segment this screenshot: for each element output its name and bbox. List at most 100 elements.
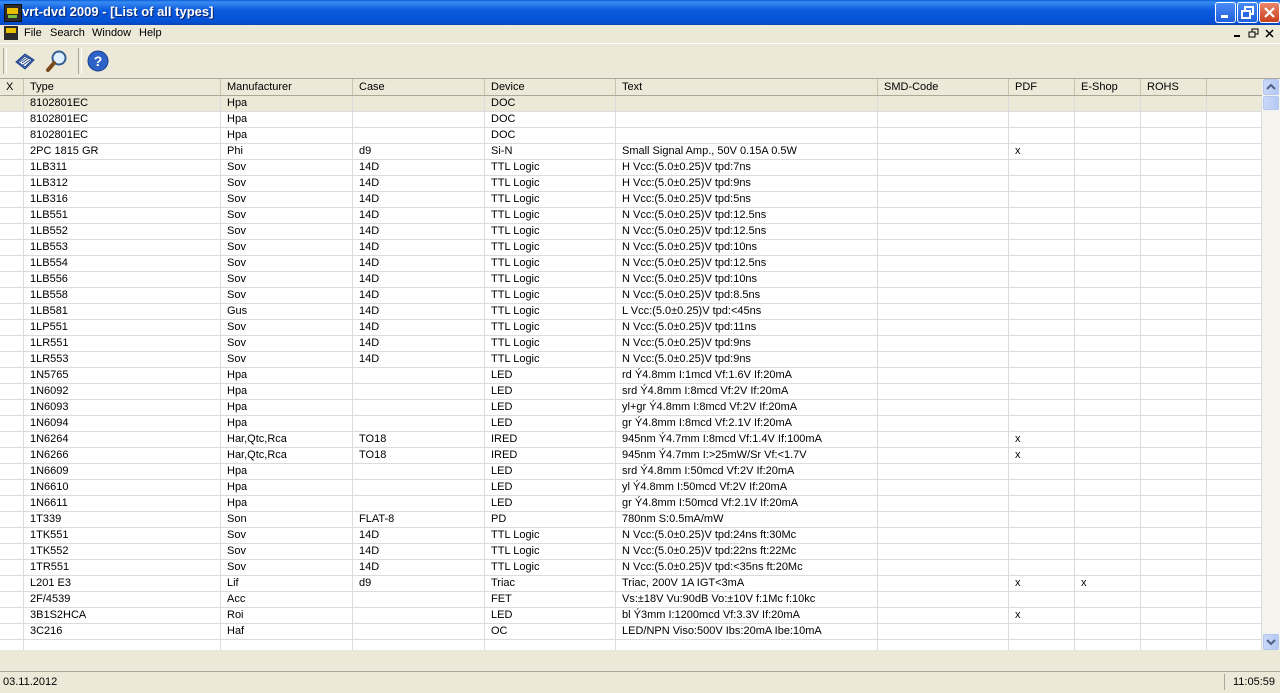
table-row[interactable]: 8102801EC Hpa DOC	[0, 112, 1262, 128]
table-row[interactable]: 1LP551 Sov 14D TTL Logic N Vcc:(5.0±0.25)V t…	[0, 320, 1262, 336]
table-row[interactable]: L201 E3 Lif d9 Triac Triac, 200V 1A IGT<3mA x…	[0, 576, 1262, 592]
cell-type: 1N6609	[24, 464, 221, 480]
cell-device: TTL Logic	[485, 288, 616, 304]
table-row[interactable]: 1N6092 Hpa LED srd Ý4.8mm I:8mcd Vf:2V If:2…	[0, 384, 1262, 400]
table-row[interactable]: 1LR553 Sov 14D TTL Logic N Vcc:(5.0±0.25)V t…	[0, 352, 1262, 368]
cell-e-shop	[1075, 624, 1141, 640]
table-row[interactable]: 2F/4539 Acc FET Vs:±18V Vu:90dB Vo:±10V f:1…	[0, 592, 1262, 608]
table-row[interactable]: 1LB581 Gus 14D TTL Logic L Vcc:(5.0±0.25)V t…	[0, 304, 1262, 320]
close-button[interactable]	[1259, 2, 1280, 23]
cell-filler	[1207, 112, 1262, 128]
app-icon[interactable]	[4, 4, 22, 22]
cell-case	[353, 416, 485, 432]
cell-x	[0, 528, 24, 544]
cell-device: TTL Logic	[485, 160, 616, 176]
child-minimize-button[interactable]	[1231, 27, 1245, 40]
table-row[interactable]: 1T339 Son FLAT-8 PD 780nm S:0.5mA/mW	[0, 512, 1262, 528]
table-row[interactable]: 1N6093 Hpa LED yl+gr Ý4.8mm I:8mcd Vf:2V If…	[0, 400, 1262, 416]
cell-pdf	[1009, 368, 1075, 384]
column-header-rohs[interactable]: ROHS	[1141, 79, 1207, 95]
table-row[interactable]: 1LB552 Sov 14D TTL Logic N Vcc:(5.0±0.25)V t…	[0, 224, 1262, 240]
column-header-manufacturer[interactable]: Manufacturer	[221, 79, 353, 95]
menu-window[interactable]: Window	[92, 27, 131, 39]
help-button[interactable]: ?	[86, 48, 112, 74]
child-close-button[interactable]	[1263, 27, 1277, 40]
cell-smd-code	[878, 608, 1009, 624]
table-row[interactable]: 1LB311 Sov 14D TTL Logic H Vcc:(5.0±0.25)V t…	[0, 160, 1262, 176]
table-row[interactable]: 1LB553 Sov 14D TTL Logic N Vcc:(5.0±0.25)V t…	[0, 240, 1262, 256]
cell-rohs	[1141, 224, 1207, 240]
column-header-case[interactable]: Case	[353, 79, 485, 95]
table-row[interactable]: 8102801EC Hpa DOC	[0, 128, 1262, 144]
table-row[interactable]: 3B1S2HCA Roi LED bl Ý3mm I:1200mcd Vf:3.3V …	[0, 608, 1262, 624]
scroll-down-button[interactable]	[1263, 634, 1279, 650]
table-row[interactable]: 1LB316 Sov 14D TTL Logic H Vcc:(5.0±0.25)V t…	[0, 192, 1262, 208]
table-row[interactable]: 1TK551 Sov 14D TTL Logic N Vcc:(5.0±0.25)V t…	[0, 528, 1262, 544]
table-row[interactable]: 1LB556 Sov 14D TTL Logic N Vcc:(5.0±0.25)V t…	[0, 272, 1262, 288]
cell-text: N Vcc:(5.0±0.25)V tpd:<35ns ft:20Mc	[616, 560, 878, 576]
table-row[interactable]: 1LB312 Sov 14D TTL Logic H Vcc:(5.0±0.25)V t…	[0, 176, 1262, 192]
menu-file[interactable]: File	[24, 27, 42, 39]
document-icon[interactable]	[4, 26, 18, 40]
cell-e-shop	[1075, 272, 1141, 288]
cell-device: IRED	[485, 432, 616, 448]
cell-pdf	[1009, 464, 1075, 480]
column-header-text[interactable]: Text	[616, 79, 878, 95]
minimize-button[interactable]	[1215, 2, 1236, 23]
table-row[interactable]: 1LR551 Sov 14D TTL Logic N Vcc:(5.0±0.25)V t…	[0, 336, 1262, 352]
cell-filler	[1207, 336, 1262, 352]
table-row[interactable]: 1TR551 Sov 14D TTL Logic N Vcc:(5.0±0.25)V t…	[0, 560, 1262, 576]
cell-rohs	[1141, 432, 1207, 448]
table-header: X Type Manufacturer Case Device Text SMD…	[0, 79, 1262, 96]
cell-smd-code	[878, 640, 1009, 650]
menu-help[interactable]: Help	[139, 27, 162, 39]
table-row[interactable]: 1N6094 Hpa LED gr Ý4.8mm I:8mcd Vf:2.1V If:…	[0, 416, 1262, 432]
column-header-type[interactable]: Type	[24, 79, 221, 95]
vertical-scrollbar[interactable]	[1262, 79, 1280, 650]
column-header-smd-code[interactable]: SMD-Code	[878, 79, 1009, 95]
cell-x	[0, 320, 24, 336]
table-row[interactable]: 1N6266 Har,Qtc,Rca TO18 IRED 945nm Ý4.7mm I:…	[0, 448, 1262, 464]
cell-device: TTL Logic	[485, 240, 616, 256]
open-book-button[interactable]	[12, 48, 38, 74]
scroll-thumb[interactable]	[1263, 96, 1279, 110]
column-header-device[interactable]: Device	[485, 79, 616, 95]
table-row[interactable]: 1TK552 Sov 14D TTL Logic N Vcc:(5.0±0.25)V t…	[0, 544, 1262, 560]
table-row[interactable]: 8102801EC Hpa DOC	[0, 96, 1262, 112]
table-row[interactable]: 3C216 Haf OC LED/NPN Viso:500V Ibs:20mA Ibe…	[0, 624, 1262, 640]
cell-e-shop: x	[1075, 576, 1141, 592]
cell-rohs	[1141, 192, 1207, 208]
table-row[interactable]: 1N5765 Hpa LED rd Ý4.8mm I:1mcd Vf:1.6V If:…	[0, 368, 1262, 384]
restore-button[interactable]	[1237, 2, 1258, 23]
column-header-x[interactable]: X	[0, 79, 24, 95]
table-row[interactable]: 1N6264 Har,Qtc,Rca TO18 IRED 945nm Ý4.7mm I:…	[0, 432, 1262, 448]
table-row[interactable]: 2PC 1815 GR Phi d9 Si-N Small Signal Amp., 5…	[0, 144, 1262, 160]
search-button[interactable]	[44, 48, 70, 74]
cell-rohs	[1141, 96, 1207, 112]
cell-text: Small Signal Amp., 50V 0.15A 0.5W	[616, 144, 878, 160]
column-header-pdf[interactable]: PDF	[1009, 79, 1075, 95]
table-row[interactable]: 1LB551 Sov 14D TTL Logic N Vcc:(5.0±0.25)V t…	[0, 208, 1262, 224]
table-row[interactable]: 1LB558 Sov 14D TTL Logic N Vcc:(5.0±0.25)V t…	[0, 288, 1262, 304]
cell-type: 1LP551	[24, 320, 221, 336]
restore-icon	[1248, 28, 1259, 38]
column-header-e-shop[interactable]: E-Shop	[1075, 79, 1141, 95]
cell-e-shop	[1075, 160, 1141, 176]
scroll-up-button[interactable]	[1263, 79, 1279, 95]
child-restore-button[interactable]	[1247, 27, 1261, 40]
cell-smd-code	[878, 160, 1009, 176]
cell-rohs	[1141, 144, 1207, 160]
cell-x	[0, 592, 24, 608]
cell-device: TTL Logic	[485, 256, 616, 272]
cell-type: 8102801EC	[24, 96, 221, 112]
table-row[interactable]: 1LB554 Sov 14D TTL Logic N Vcc:(5.0±0.25)V t…	[0, 256, 1262, 272]
menu-search[interactable]: Search	[50, 27, 85, 39]
cell-e-shop	[1075, 560, 1141, 576]
table-row[interactable]: 1N6609 Hpa LED srd Ý4.8mm I:50mcd Vf:2V If:…	[0, 464, 1262, 480]
table-row[interactable]: 1N6611 Hpa LED gr Ý4.8mm I:50mcd Vf:2.1V If…	[0, 496, 1262, 512]
table-row[interactable]	[0, 640, 1262, 650]
table-row[interactable]: 1N6610 Hpa LED yl Ý4.8mm I:50mcd Vf:2V If:2…	[0, 480, 1262, 496]
cell-e-shop	[1075, 496, 1141, 512]
cell-rohs	[1141, 240, 1207, 256]
cell-e-shop	[1075, 464, 1141, 480]
